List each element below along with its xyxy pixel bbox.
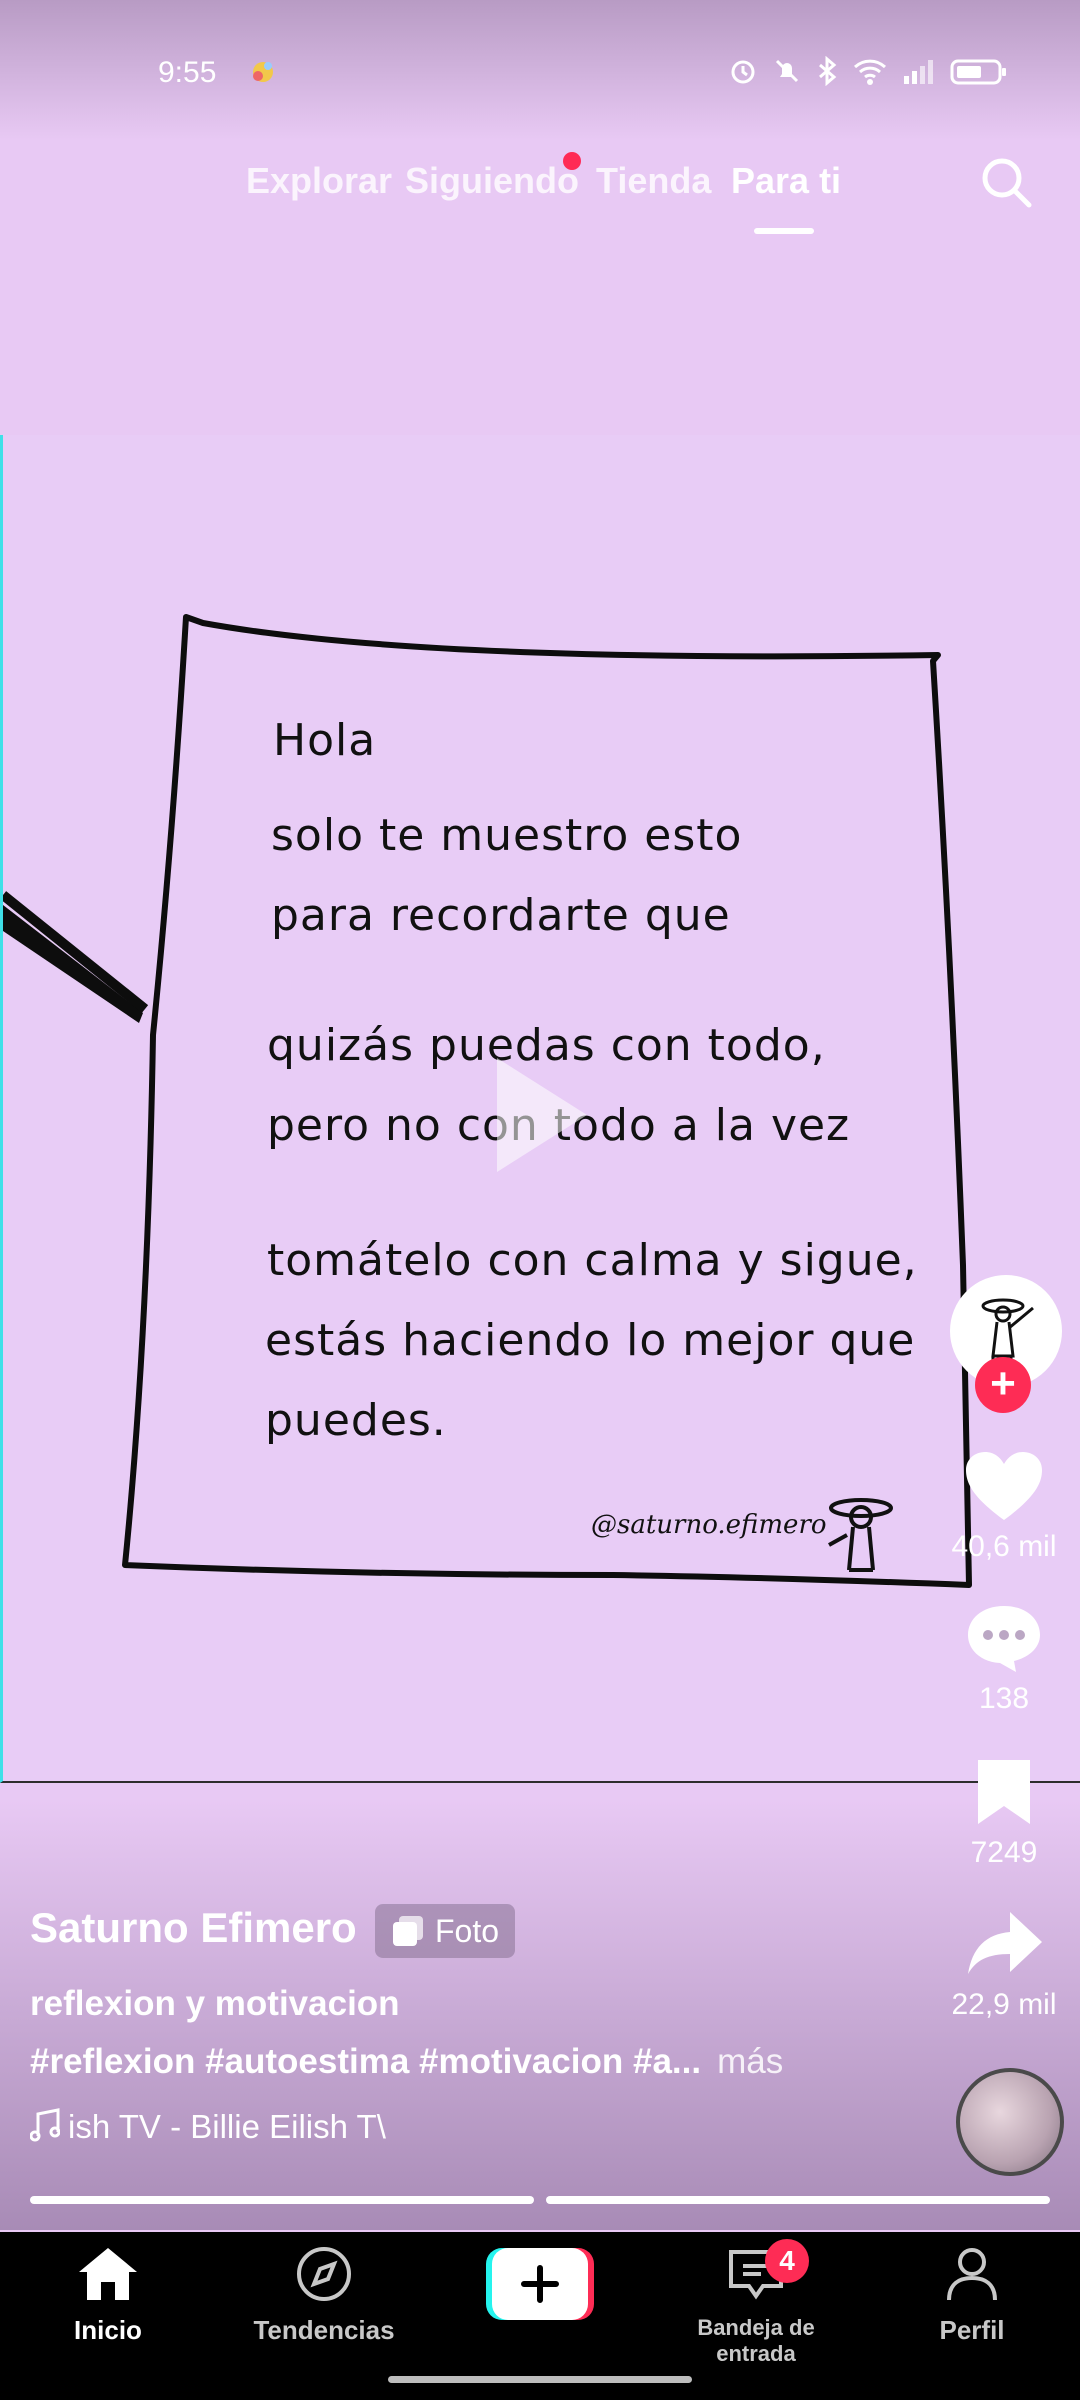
note-line-7: estás haciendo lo mejor que [265, 1315, 916, 1366]
photo-progress-1 [30, 2196, 534, 2204]
home-indicator[interactable] [388, 2376, 692, 2383]
save-button[interactable]: 7249 [949, 1756, 1059, 1870]
nav-perfil[interactable]: Perfil [872, 2246, 1072, 2346]
tab-siguiendo[interactable]: Siguiendo [405, 160, 579, 202]
music-ticker[interactable]: ish TV - Billie Eilish T\ [29, 2108, 386, 2146]
share-count: 22,9 mil [951, 1988, 1057, 2021]
wifi-icon [853, 59, 887, 85]
post-description: reflexion y motivacion [30, 1984, 400, 2023]
nav-inicio[interactable]: Inicio [8, 2246, 208, 2346]
photo-badge: Foto [375, 1904, 516, 1958]
photo-badge-label: Foto [435, 1912, 500, 1949]
active-tab-indicator [754, 228, 814, 234]
alarm-icon [731, 60, 755, 84]
hashtags-row[interactable]: #reflexion #autoestima #motivacion #a...… [30, 2042, 783, 2082]
hashtags-text[interactable]: #reflexion #autoestima #motivacion #a... [30, 2042, 701, 2081]
battery-icon [950, 59, 1006, 85]
status-icons [728, 56, 1008, 86]
music-disc[interactable] [956, 2068, 1064, 2176]
nav-bandeja[interactable]: Bandeja de entrada [656, 2246, 856, 2367]
comment-icon [968, 1606, 1040, 1672]
nav-tendencias-label: Tendencias [253, 2315, 395, 2345]
tab-para-ti[interactable]: Para ti [731, 160, 841, 202]
comment-count: 138 [978, 1682, 1030, 1715]
mute-bell-icon [775, 59, 799, 83]
new-content-dot [563, 152, 581, 170]
heart-icon [966, 1452, 1042, 1520]
save-count: 7249 [970, 1836, 1038, 1869]
note-signature: @saturno.efimero [591, 1510, 827, 1540]
profile-icon [947, 2248, 997, 2301]
more-link[interactable]: más [717, 2042, 783, 2081]
note-line-6: tomátelo con calma y sigue, [267, 1235, 918, 1286]
music-title: ish TV - Billie Eilish T\ [68, 2108, 386, 2145]
note-line-1: Hola [273, 715, 377, 766]
compass-icon [297, 2247, 351, 2301]
search-icon[interactable] [978, 154, 1034, 210]
home-icon [79, 2248, 137, 2300]
share-button[interactable]: 22,9 mil [949, 1908, 1059, 2022]
like-count: 40,6 mil [951, 1530, 1057, 1563]
bluetooth-icon [819, 56, 837, 86]
tab-explorar[interactable]: Explorar [246, 160, 392, 202]
like-button[interactable]: 40,6 mil [949, 1450, 1059, 1564]
comment-button[interactable]: 138 [949, 1602, 1059, 1716]
create-plus-button[interactable] [486, 2248, 594, 2320]
music-note-icon [29, 2108, 61, 2142]
photo-stack-icon [393, 1916, 423, 1946]
top-navigation: Explorar Siguiendo Tienda Para ti [0, 152, 1080, 234]
nav-inicio-label: Inicio [74, 2315, 142, 2345]
character-doodle [828, 1498, 893, 1572]
share-arrow-icon [968, 1912, 1042, 1974]
status-bar: 9:55 [0, 50, 1080, 96]
note-line-8: puedes. [265, 1395, 447, 1446]
inbox-badge: 4 [765, 2239, 809, 2283]
photo-progress-2 [546, 2196, 1050, 2204]
follow-button[interactable]: + [975, 1357, 1031, 1413]
note-line-3: para recordarte que [271, 890, 731, 941]
nav-perfil-label: Perfil [939, 2315, 1005, 2345]
tab-tienda[interactable]: Tienda [596, 160, 711, 202]
tiktok-feed-screen: 9:55 Explorar Siguiendo Tienda Para ti H… [0, 0, 1080, 2400]
status-time: 9:55 [158, 56, 217, 89]
nav-bandeja-label: Bandeja de entrada [697, 2315, 815, 2366]
nav-tendencias[interactable]: Tendencias [224, 2246, 424, 2346]
author-name[interactable]: Saturno Efimero [30, 1904, 357, 1952]
notification-app-icon [253, 62, 273, 82]
note-line-2: solo te muestro esto [271, 810, 743, 861]
play-icon[interactable] [487, 1050, 597, 1180]
signal-icon [904, 60, 933, 84]
bookmark-icon [978, 1760, 1030, 1824]
